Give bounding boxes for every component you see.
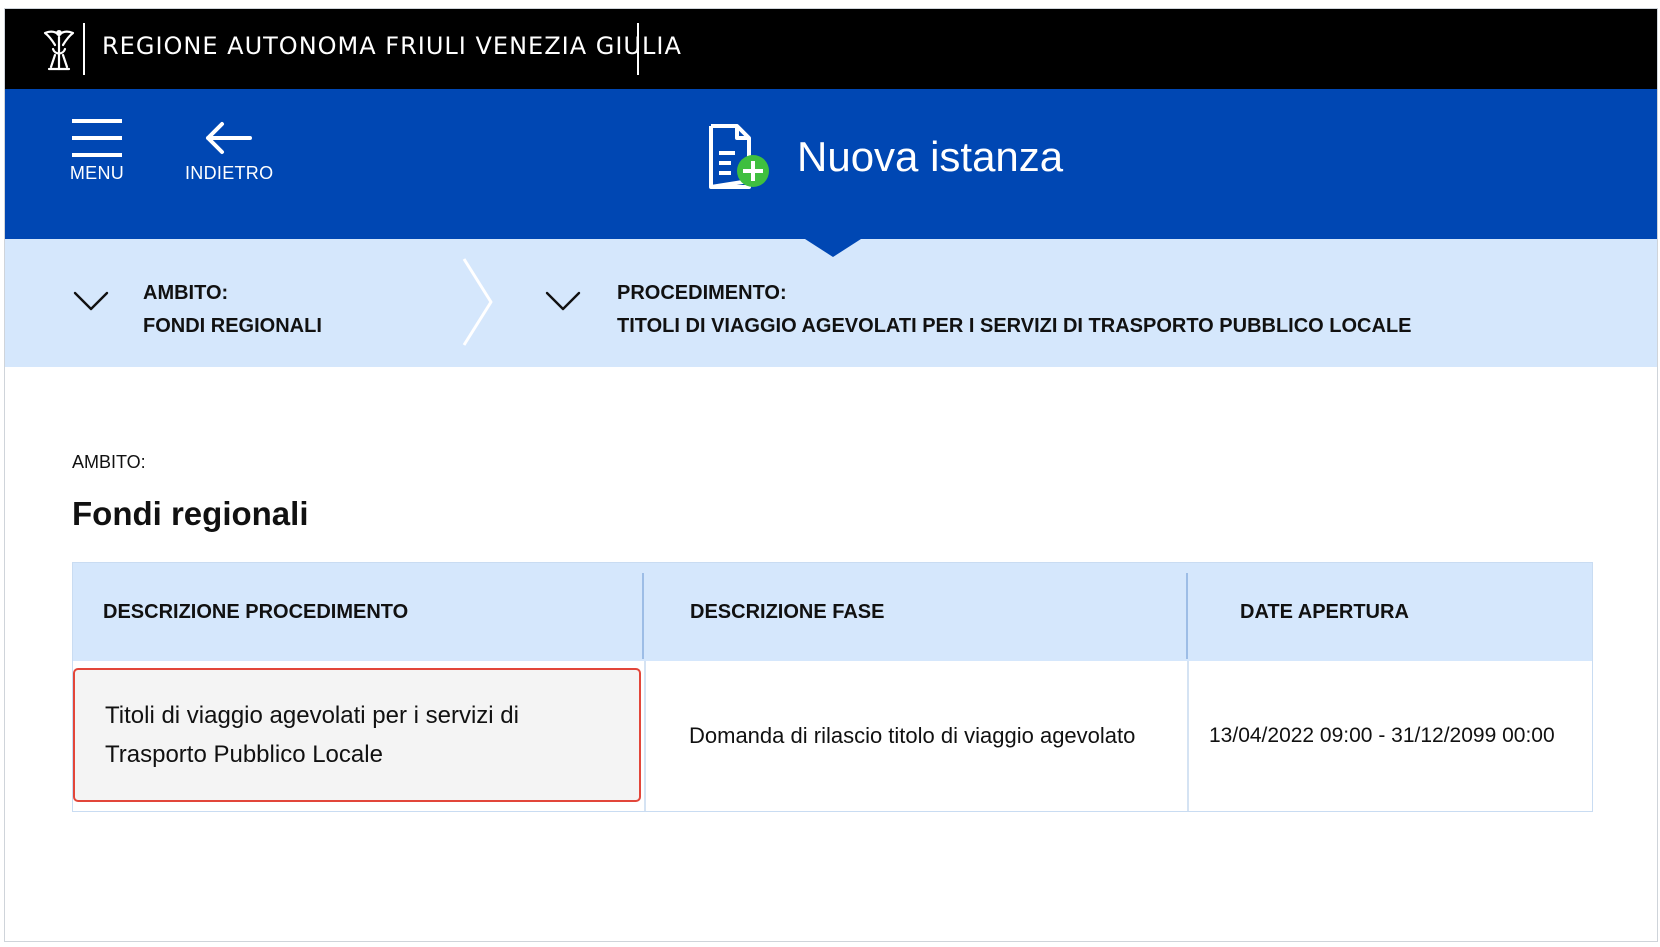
breadcrumb-procedimento[interactable]: PROCEDIMENTO: TITOLI DI VIAGGIO AGEVOLAT… xyxy=(617,277,1412,343)
table-row[interactable]: Titoli di viaggio agevolati per i serviz… xyxy=(73,661,1592,813)
chevron-down-icon[interactable] xyxy=(545,291,581,313)
page-title-group: Nuova istanza xyxy=(705,123,1063,191)
procedimento-cell[interactable]: Titoli di viaggio agevolati per i serviz… xyxy=(73,668,641,802)
breadcrumb-separator-icon xyxy=(462,258,493,346)
breadcrumb: AMBITO: FONDI REGIONALI PROCEDIMENTO: TI… xyxy=(5,239,1657,367)
hamburger-icon xyxy=(72,119,122,157)
back-label: INDIETRO xyxy=(185,163,274,183)
breadcrumb-procedimento-value: TITOLI DI VIAGGIO AGEVOLATI PER I SERVIZ… xyxy=(617,315,1412,337)
document-add-icon xyxy=(709,124,769,189)
date-cell: 13/04/2022 09:00 - 31/12/2099 00:00 xyxy=(1187,661,1594,811)
eagle-logo-icon[interactable] xyxy=(39,25,79,75)
column-header-procedimento: DESCRIZIONE PROCEDIMENTO xyxy=(103,600,409,623)
app-window: REGIONE AUTONOMA FRIULI VENEZIA GIULIA M… xyxy=(4,8,1658,942)
breadcrumb-ambito[interactable]: AMBITO: FONDI REGIONALI xyxy=(143,277,322,343)
chevron-down-icon[interactable] xyxy=(73,291,109,313)
breadcrumb-procedimento-label: PROCEDIMENTO: xyxy=(617,282,787,304)
back-button[interactable]: INDIETRO xyxy=(185,119,273,184)
breadcrumb-ambito-value: FONDI REGIONALI xyxy=(143,315,322,337)
topbar-separator xyxy=(637,23,639,75)
page-title: Nuova istanza xyxy=(797,133,1064,180)
section-title: Fondi regionali xyxy=(72,495,309,532)
procedimenti-table: DESCRIZIONE PROCEDIMENTO DESCRIZIONE FAS… xyxy=(72,562,1593,812)
app-header: MENU INDIETRO Nuova istanza xyxy=(5,89,1657,239)
procedimento-text-line1: Titoli di viaggio agevolati per i serviz… xyxy=(105,702,519,729)
region-topbar: REGIONE AUTONOMA FRIULI VENEZIA GIULIA xyxy=(5,9,1657,89)
arrow-left-icon xyxy=(206,122,252,154)
header-pointer xyxy=(805,239,861,257)
region-name: REGIONE AUTONOMA FRIULI VENEZIA GIULIA xyxy=(102,32,682,60)
topbar-separator xyxy=(83,23,85,75)
procedimento-text-line2: Trasporto Pubblico Locale xyxy=(105,741,383,768)
table-header: DESCRIZIONE PROCEDIMENTO DESCRIZIONE FAS… xyxy=(73,563,1592,661)
menu-button[interactable]: MENU xyxy=(67,119,127,184)
fase-cell: Domanda di rilascio titolo di viaggio ag… xyxy=(644,661,1187,811)
ambito-label: AMBITO: xyxy=(72,452,146,472)
breadcrumb-ambito-label: AMBITO: xyxy=(143,282,229,304)
menu-label: MENU xyxy=(69,163,125,183)
column-header-fase: DESCRIZIONE FASE xyxy=(690,600,885,623)
column-header-date: DATE APERTURA xyxy=(1240,600,1409,623)
